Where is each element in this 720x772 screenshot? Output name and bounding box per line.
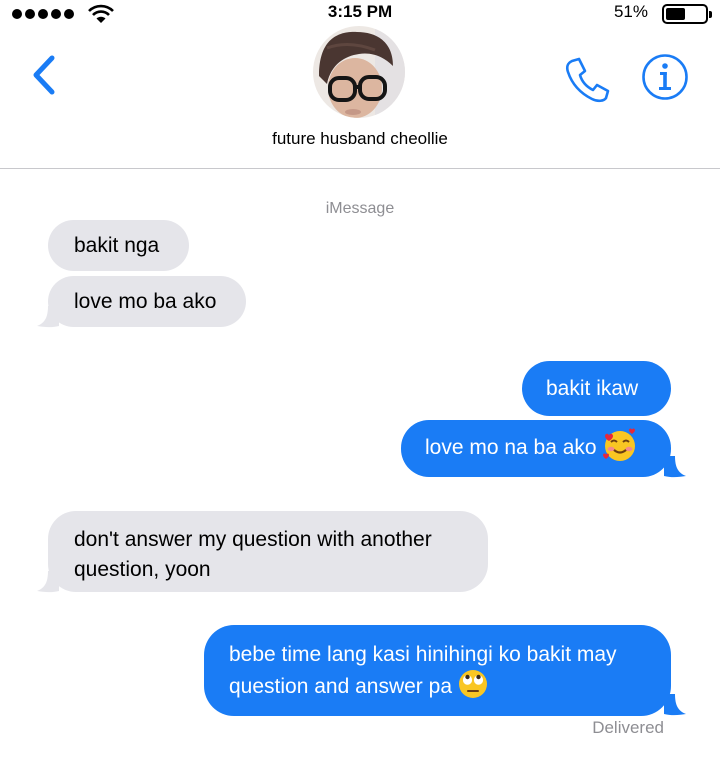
message-text: love mo na ba ako (425, 436, 597, 459)
message-text-line: question and answer pa (229, 675, 452, 698)
incoming-message[interactable]: bakit nga (48, 220, 189, 271)
back-chevron-icon[interactable] (28, 54, 60, 96)
contact-avatar[interactable] (313, 26, 405, 118)
contact-name[interactable]: future husband cheollie (0, 129, 720, 149)
conversation-header: future husband cheollie (0, 26, 720, 169)
outgoing-message[interactable]: love mo na ba ako (401, 420, 671, 477)
smiling-face-with-hearts-icon (603, 428, 636, 462)
face-with-rolling-eyes-icon (458, 670, 487, 699)
incoming-message[interactable]: love mo ba ako (48, 276, 246, 327)
message-text-line: don't answer my question with another (74, 528, 432, 551)
message-text-line: question, yoon (74, 558, 211, 581)
battery-percent: 51% (613, 2, 648, 21)
message-text: bakit ikaw (546, 377, 639, 400)
outgoing-message[interactable]: bakit ikaw (522, 361, 671, 416)
outgoing-message[interactable]: bebe time lang kasi hinihingi ko bakit m… (204, 625, 671, 716)
status-time: 3:15 PM (327, 2, 393, 21)
message-text-line: bebe time lang kasi hinihingi ko bakit m… (229, 643, 617, 666)
phone-icon[interactable] (562, 54, 612, 104)
battery-icon (662, 4, 712, 24)
status-bar: 3:15 PM 51% (0, 0, 720, 26)
info-icon[interactable] (640, 52, 690, 102)
service-label: iMessage (325, 200, 395, 217)
message-text: love mo ba ako (74, 290, 217, 313)
delivered-status: Delivered (592, 718, 664, 737)
message-text: bakit nga (74, 234, 160, 257)
incoming-message[interactable]: don't answer my question with another qu… (48, 511, 488, 592)
